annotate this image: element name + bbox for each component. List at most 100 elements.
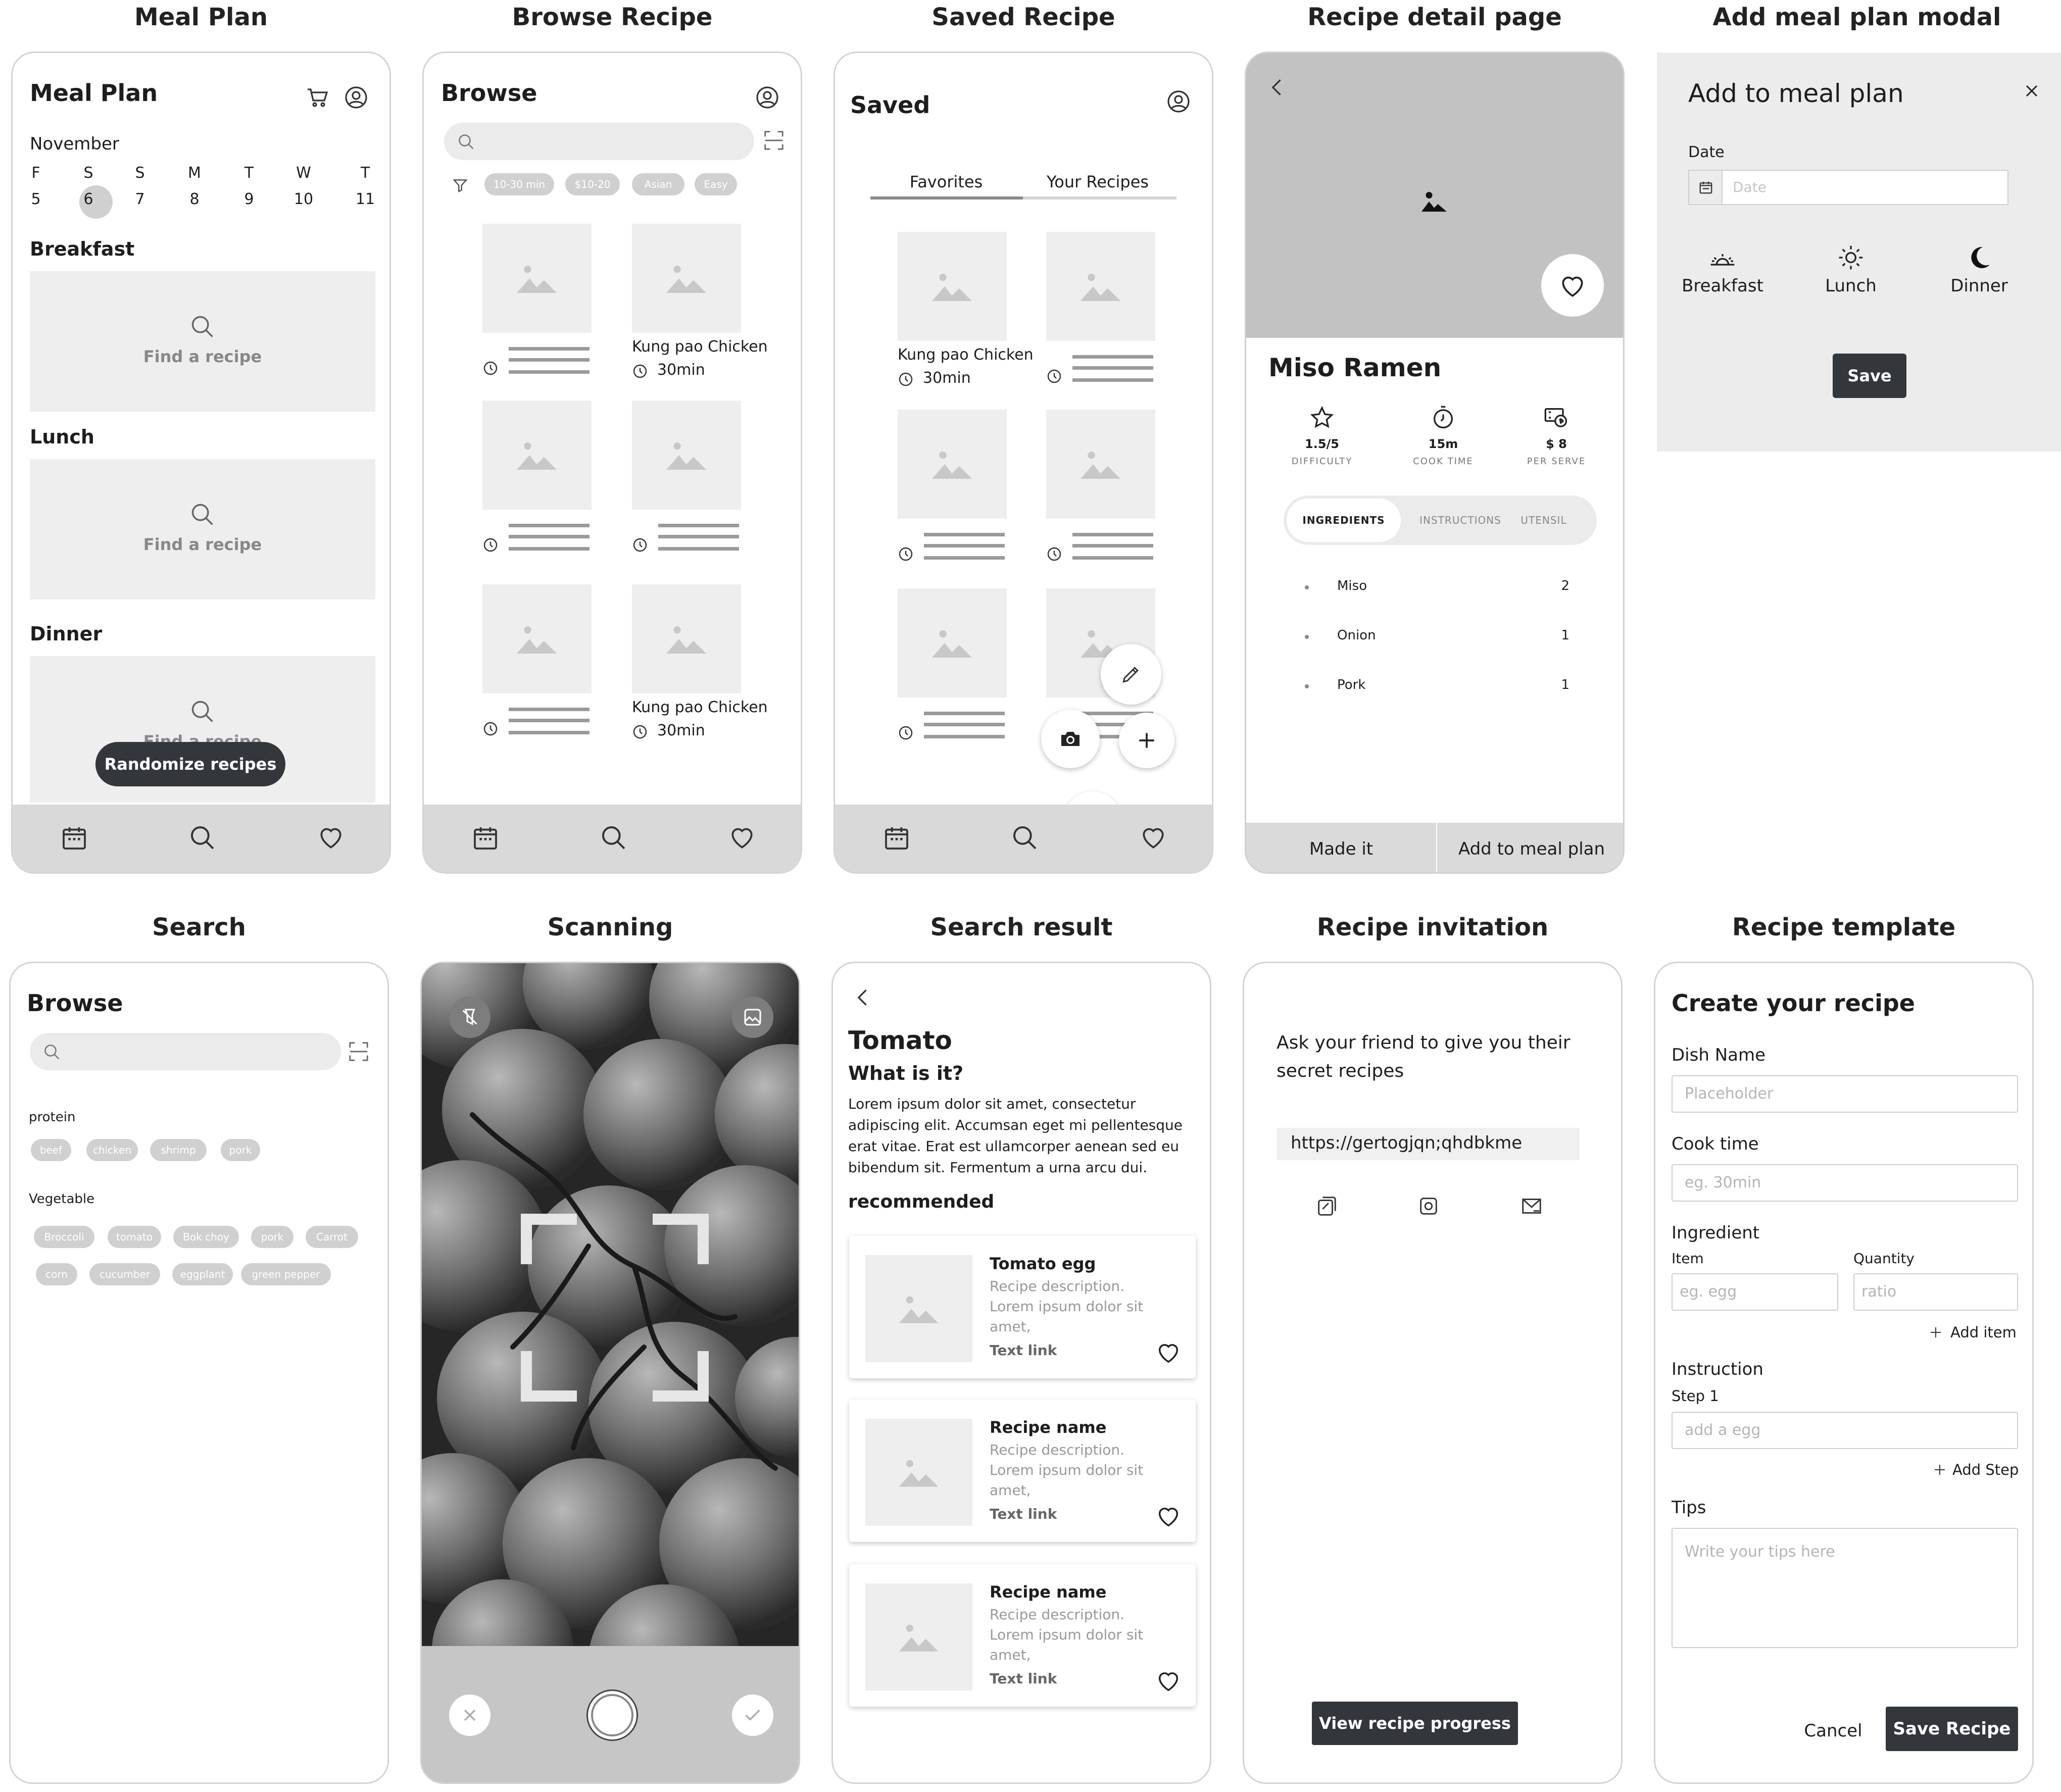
text-link[interactable]: Text link — [990, 1506, 1057, 1522]
vegetable-chip[interactable]: pork — [251, 1226, 293, 1248]
day-number[interactable]: 8 — [179, 190, 210, 208]
cancel-button[interactable] — [449, 1695, 490, 1736]
step-input[interactable]: add a egg — [1672, 1412, 2018, 1449]
day-number[interactable]: 5 — [21, 190, 51, 208]
heart-icon[interactable] — [1155, 1668, 1182, 1695]
recipe-card[interactable] — [898, 588, 1009, 755]
day-number[interactable]: 10 — [288, 190, 319, 208]
add-item-button[interactable]: Add item — [1928, 1322, 2019, 1344]
calendar-icon[interactable] — [882, 824, 911, 852]
filter-chip[interactable]: Asian — [632, 173, 684, 195]
flash-button[interactable] — [449, 997, 490, 1038]
scan-icon[interactable] — [762, 129, 786, 152]
search-icon[interactable] — [600, 824, 628, 852]
view-progress-button[interactable]: View recipe progress — [1312, 1702, 1518, 1745]
vegetable-chip[interactable]: Carrot — [306, 1226, 358, 1248]
save-recipe-button[interactable]: Save Recipe — [1886, 1707, 2018, 1751]
profile-icon[interactable] — [1166, 89, 1191, 114]
filter-chip[interactable]: 10-30 min — [484, 173, 554, 195]
back-icon[interactable] — [1266, 76, 1289, 98]
tab-utensil[interactable]: UTENSIL — [1511, 499, 1577, 542]
message-icon[interactable] — [1417, 1194, 1440, 1218]
quantity-input[interactable]: ratio — [1853, 1273, 2018, 1311]
filter-icon[interactable] — [452, 177, 468, 193]
search-input[interactable] — [30, 1033, 341, 1070]
invite-link[interactable]: https://gertogjqn;qhdbkme — [1277, 1128, 1580, 1160]
vegetable-chip[interactable]: green pepper — [241, 1263, 331, 1285]
mail-icon[interactable] — [1519, 1194, 1544, 1218]
recipe-card[interactable]: Tomato egg Recipe description. Lorem ipsu… — [849, 1236, 1196, 1378]
heart-icon[interactable] — [317, 824, 345, 852]
recipe-card[interactable]: Kung pao Chicken 30min — [898, 232, 1034, 399]
recipe-card[interactable] — [482, 584, 594, 751]
calendar-icon[interactable] — [471, 824, 500, 852]
recipe-card[interactable] — [1046, 232, 1157, 399]
heart-icon[interactable] — [728, 824, 756, 852]
text-link[interactable]: Text link — [990, 1342, 1057, 1359]
vegetable-chip[interactable]: Broccoli — [34, 1226, 94, 1248]
day-number[interactable]: 6 — [73, 190, 104, 208]
moon-icon[interactable] — [1965, 243, 1993, 272]
confirm-button[interactable] — [732, 1695, 773, 1736]
day-number[interactable]: 7 — [125, 190, 155, 208]
recipe-card[interactable]: Kung pao Chicken 30min — [632, 224, 768, 390]
back-icon[interactable] — [852, 986, 874, 1009]
heart-icon[interactable] — [1139, 824, 1167, 852]
add-to-meal-plan-button[interactable]: Add to meal plan — [1437, 823, 1623, 872]
protein-chip[interactable]: beef — [31, 1139, 71, 1161]
tab-favorites[interactable]: Favorites — [870, 172, 1022, 191]
day-number[interactable]: 9 — [234, 190, 264, 208]
sunrise-icon[interactable] — [1708, 243, 1737, 272]
vegetable-chip[interactable]: corn — [36, 1263, 77, 1285]
calendar-icon[interactable] — [60, 824, 88, 852]
copy-icon[interactable] — [1315, 1194, 1338, 1218]
day-number[interactable]: 11 — [350, 190, 380, 208]
recipe-card[interactable] — [1046, 410, 1157, 576]
heart-icon[interactable] — [1155, 1340, 1182, 1366]
sun-icon[interactable] — [1837, 243, 1865, 272]
search-icon[interactable] — [1011, 824, 1039, 852]
protein-chip[interactable]: chicken — [86, 1139, 138, 1161]
recipe-card[interactable]: Recipe name Recipe description. Lorem ips… — [849, 1564, 1196, 1707]
tab-instructions[interactable]: INSTRUCTIONS — [1410, 499, 1511, 542]
heart-icon[interactable] — [1155, 1504, 1182, 1530]
cook-time-input[interactable]: eg. 30min — [1672, 1164, 2018, 1202]
dish-name-input[interactable]: Placeholder — [1672, 1075, 2018, 1113]
tab-ingredients[interactable]: INGREDIENTS — [1287, 499, 1401, 542]
vegetable-chip[interactable]: Bok choy — [173, 1226, 239, 1248]
tab-your-recipes[interactable]: Your Recipes — [1022, 172, 1173, 191]
add-step-button[interactable]: Add Step — [1932, 1459, 2023, 1481]
vegetable-chip[interactable]: tomato — [108, 1226, 161, 1248]
search-icon[interactable] — [188, 824, 217, 852]
meal-breakfast[interactable]: Breakfast — [1672, 276, 1773, 296]
filter-chip[interactable]: Easy — [695, 173, 737, 195]
scan-icon[interactable] — [347, 1040, 370, 1063]
recipe-card[interactable]: Recipe name Recipe description. Lorem ips… — [849, 1400, 1196, 1542]
item-input[interactable]: eg. egg — [1672, 1273, 1838, 1311]
add-fab[interactable] — [1119, 713, 1174, 768]
gallery-button[interactable] — [732, 997, 773, 1038]
made-it-button[interactable]: Made it — [1246, 823, 1436, 872]
tips-textarea[interactable]: Write your tips here — [1672, 1528, 2018, 1648]
profile-icon[interactable] — [344, 85, 368, 110]
favorite-button[interactable] — [1541, 254, 1604, 317]
recipe-card[interactable] — [898, 410, 1009, 576]
protein-chip[interactable]: pork — [221, 1139, 260, 1161]
vegetable-chip[interactable]: cucumber — [89, 1263, 160, 1285]
recipe-card[interactable] — [482, 401, 594, 567]
close-icon[interactable] — [2022, 81, 2042, 101]
date-field[interactable]: Date — [1688, 170, 2008, 205]
meal-lunch[interactable]: Lunch — [1800, 276, 1901, 296]
randomize-button[interactable]: Randomize recipes — [95, 742, 285, 786]
vegetable-chip[interactable]: eggplant — [172, 1263, 233, 1285]
search-input[interactable] — [444, 123, 754, 160]
cancel-button[interactable]: Cancel — [1788, 1721, 1879, 1741]
save-button[interactable]: Save — [1833, 354, 1906, 398]
recipe-card[interactable] — [482, 224, 594, 390]
meal-dinner[interactable]: Dinner — [1929, 276, 2030, 296]
cart-icon[interactable] — [306, 85, 330, 110]
profile-icon[interactable] — [755, 85, 779, 110]
protein-chip[interactable]: shrimp — [150, 1139, 207, 1161]
shutter-button[interactable] — [586, 1689, 638, 1741]
camera-fab[interactable] — [1041, 710, 1100, 768]
